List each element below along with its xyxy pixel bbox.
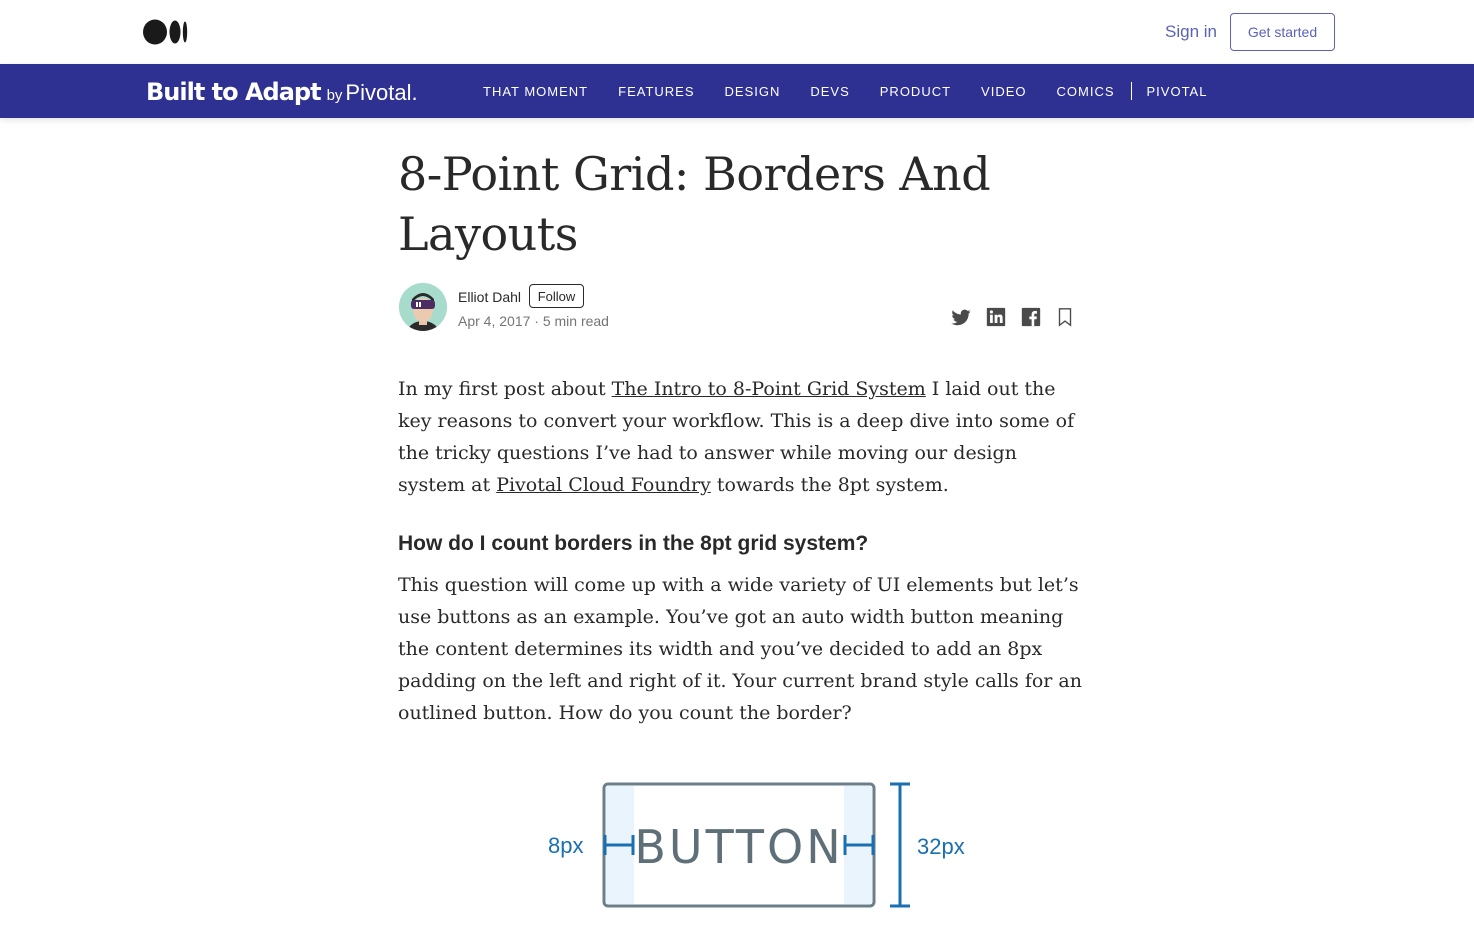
paragraph-text: In my first post about <box>398 378 612 400</box>
article-paragraph-1: In my first post about The Intro to 8-Po… <box>398 373 1088 501</box>
publication-partner: Pivotal. <box>345 80 418 105</box>
facebook-icon[interactable] <box>1020 306 1042 328</box>
twitter-icon[interactable] <box>950 306 972 328</box>
sign-in-link[interactable]: Sign in <box>1165 22 1217 42</box>
medium-logo-icon[interactable] <box>143 19 189 45</box>
publication-name: Built to Adapt <box>146 78 322 106</box>
avatar-image <box>399 283 447 331</box>
publication-nav: Built to Adapt by Pivotal. THAT MOMENT FEA… <box>0 64 1474 118</box>
padding-label: 8px <box>548 833 583 858</box>
article-title-line2: Layouts <box>398 207 578 261</box>
nav-item-design[interactable]: DESIGN <box>725 84 781 99</box>
top-bar: Sign in Get started <box>0 0 1474 64</box>
article-meta: Apr 4, 2017 · 5 min read <box>458 313 609 329</box>
nav-item-comics[interactable]: COMICS <box>1057 84 1115 99</box>
nav-item-video[interactable]: VIDEO <box>981 84 1026 99</box>
button-label: BUTTON <box>634 820 843 874</box>
author-name[interactable]: Elliot Dahl <box>458 289 521 305</box>
nav-items: THAT MOMENT FEATURES DESIGN DEVS PRODUCT… <box>483 64 1237 118</box>
intro-8pt-grid-link[interactable]: The Intro to 8-Point Grid System <box>612 378 926 400</box>
article-title: 8-Point Grid: Borders And Layouts <box>398 144 1078 264</box>
publication-by: by <box>326 87 343 104</box>
nav-item-pivotal[interactable]: PIVOTAL <box>1147 84 1208 99</box>
section-heading: How do I count borders in the 8pt grid s… <box>398 532 869 555</box>
paragraph-text: towards the 8pt system. <box>710 474 949 496</box>
nav-item-that-moment[interactable]: THAT MOMENT <box>483 84 588 99</box>
linkedin-icon[interactable] <box>985 306 1007 328</box>
article-paragraph-2: This question will come up with a wide v… <box>398 574 1082 724</box>
article-title-line1: 8-Point Grid: Borders And <box>398 147 991 201</box>
nav-item-product[interactable]: PRODUCT <box>880 84 951 99</box>
get-started-button[interactable]: Get started <box>1230 13 1335 51</box>
nav-divider <box>1130 82 1132 100</box>
button-border-diagram: 8px BUTTON 32px <box>548 782 965 908</box>
height-label: 32px <box>917 834 965 859</box>
follow-button[interactable]: Follow <box>529 284 584 308</box>
nav-item-features[interactable]: FEATURES <box>618 84 694 99</box>
avatar[interactable] <box>399 283 447 331</box>
bookmark-icon[interactable] <box>1054 306 1076 328</box>
pivotal-cloud-foundry-link[interactable]: Pivotal Cloud Foundry <box>496 474 711 496</box>
publication-logo[interactable]: Built to Adapt by Pivotal. <box>146 78 418 106</box>
nav-item-devs[interactable]: DEVS <box>810 84 849 99</box>
